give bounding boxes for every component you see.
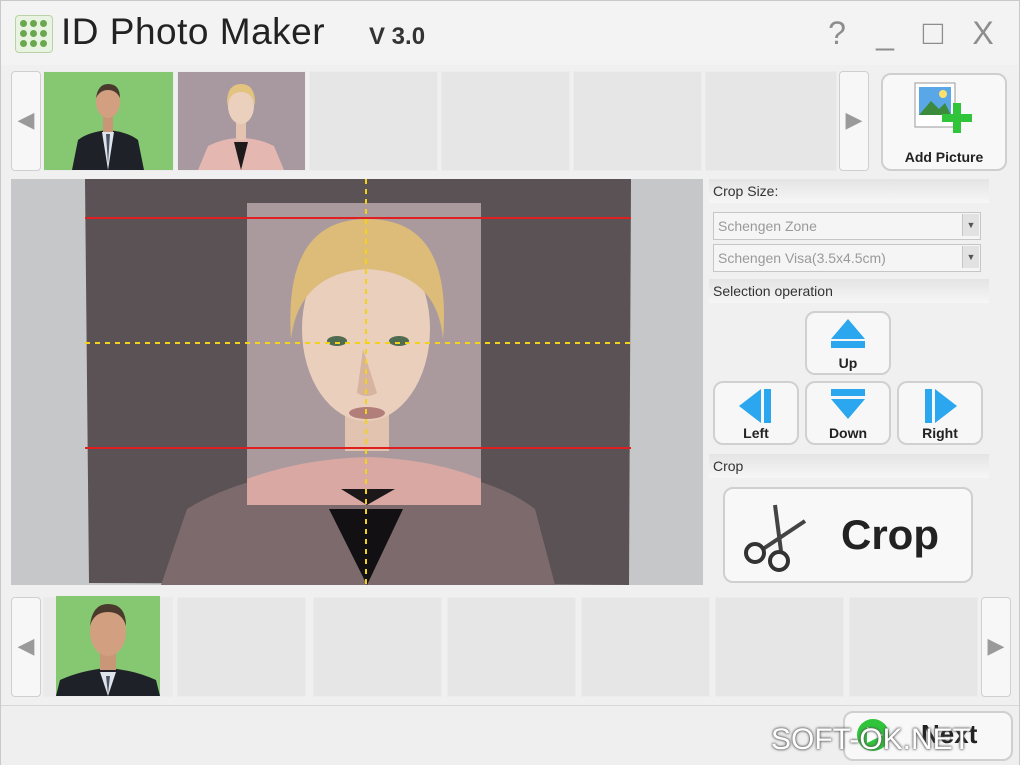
app-title: ID Photo Maker: [61, 11, 326, 52]
app-version: V 3.0: [369, 23, 426, 50]
region-select-value: Schengen Zone: [718, 218, 817, 234]
add-picture-label: Add Picture: [904, 149, 984, 165]
app-logo-icon: [15, 15, 53, 53]
photo-preview-canvas[interactable]: [11, 179, 703, 585]
arrow-left-icon: [739, 389, 771, 423]
chevron-down-icon[interactable]: ▼: [962, 214, 979, 236]
move-right-label: Right: [922, 425, 958, 441]
minimize-button[interactable]: _: [867, 15, 903, 51]
result-next-button[interactable]: ▶: [981, 597, 1011, 697]
selection-operation-header: Selection operation: [709, 279, 989, 303]
woman-photo-image: [178, 72, 305, 170]
title-bar: ID Photo Maker V 3.0 ? _ □ X: [1, 1, 1019, 65]
source-thumbnail-strip: ◀ ▶: [11, 71, 1007, 171]
move-down-label: Down: [828, 425, 868, 441]
move-left-label: Left: [743, 425, 769, 441]
preview-photo-image: [11, 179, 703, 585]
move-left-button[interactable]: Left: [713, 381, 799, 445]
crop-section-header: Crop: [709, 454, 989, 478]
source-thumbnail-slot: [441, 71, 570, 171]
arrow-up-icon: [831, 319, 865, 348]
result-thumbnail-slot: [447, 597, 576, 697]
result-thumbnail-1[interactable]: [43, 596, 173, 697]
region-select[interactable]: Schengen Zone ▼: [713, 212, 981, 240]
source-next-button[interactable]: ▶: [839, 71, 869, 171]
source-thumbnail-slot: [309, 71, 438, 171]
result-thumbnail-slot: [581, 597, 710, 697]
crop-size-header: Crop Size:: [709, 179, 989, 203]
chevron-down-icon[interactable]: ▼: [962, 246, 979, 268]
source-prev-button[interactable]: ◀: [11, 71, 41, 171]
result-thumbnail-slot: [849, 597, 978, 697]
crop-button-label: Crop: [841, 511, 939, 558]
app-window: ID Photo Maker V 3.0 ? _ □ X ◀ ▶ Add Pic…: [0, 0, 1020, 765]
move-right-button[interactable]: Right: [897, 381, 983, 445]
man-headshot-image: [56, 596, 160, 696]
size-select-value: Schengen Visa(3.5x4.5cm): [718, 250, 886, 266]
source-thumbnail-1[interactable]: [43, 71, 174, 171]
result-thumbnail-slot: [177, 597, 306, 697]
add-picture-button[interactable]: Add Picture: [881, 73, 1007, 171]
result-prev-button[interactable]: ◀: [11, 597, 41, 697]
source-thumbnail-slot: [573, 71, 702, 171]
watermark: SOFT-OK.NET: [771, 723, 972, 756]
source-thumbnail-2[interactable]: [177, 71, 306, 171]
arrow-down-icon: [831, 389, 865, 419]
size-select[interactable]: Schengen Visa(3.5x4.5cm) ▼: [713, 244, 981, 272]
result-thumbnail-strip: ◀ ▶: [11, 596, 1011, 697]
help-button[interactable]: ?: [819, 15, 855, 51]
result-thumbnail-slot: [715, 597, 844, 697]
source-thumbnail-slot: [705, 71, 837, 171]
arrow-right-icon: [925, 389, 957, 423]
man-photo-image: [44, 72, 173, 170]
move-down-button[interactable]: Down: [805, 381, 891, 445]
result-thumbnail-slot: [313, 597, 442, 697]
close-button[interactable]: X: [965, 15, 1001, 51]
move-up-button[interactable]: Up: [805, 311, 891, 375]
crop-button[interactable]: Crop: [723, 487, 973, 583]
add-picture-icon: [914, 82, 972, 133]
move-up-label: Up: [838, 355, 858, 371]
maximize-button[interactable]: □: [915, 15, 951, 51]
scissors-icon: [744, 504, 807, 572]
